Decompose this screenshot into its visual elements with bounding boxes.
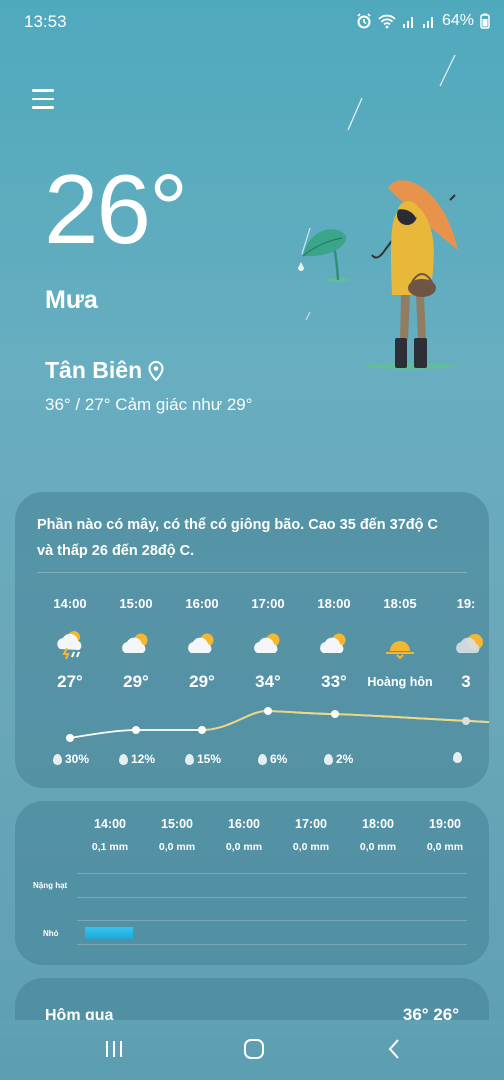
status-time: 13:53 xyxy=(24,12,67,31)
partly-cloudy-icon xyxy=(169,624,235,664)
wifi-icon xyxy=(378,14,396,29)
gridline xyxy=(77,920,467,921)
thunderstorm-rain-icon xyxy=(37,624,103,664)
menu-icon xyxy=(32,89,54,92)
rain-hour: 19:00 0,0 mm xyxy=(426,817,464,853)
temperature-curve xyxy=(66,707,489,742)
hour-item[interactable]: 18:05 Hoàng hôn xyxy=(367,596,433,689)
partly-cloudy-icon xyxy=(103,624,169,664)
hour-time: 17:00 xyxy=(251,596,285,611)
hourly-list[interactable]: 14:00 27° 15:00 29° 16:00 29° 17:00 34° … xyxy=(15,492,489,788)
gridline xyxy=(77,944,467,945)
hour-time: 15:00 xyxy=(119,596,153,611)
hour-time: 18:00 xyxy=(317,596,351,611)
rain-amount-bar xyxy=(85,927,133,939)
current-condition: Mưa xyxy=(45,286,98,314)
precip-chance: 6% xyxy=(258,752,287,766)
hourly-forecast-card[interactable]: Phần nào có mây, có thể có giông bão. Ca… xyxy=(15,492,489,788)
signal-icon xyxy=(402,17,413,28)
hour-time: 14:00 xyxy=(53,596,87,611)
precip-chance: 15% xyxy=(185,752,221,766)
gridline xyxy=(77,897,467,898)
raindrop-icon xyxy=(258,753,267,765)
location-row[interactable]: Tân Biên xyxy=(45,357,164,384)
hour-item[interactable]: 15:00 29° xyxy=(103,596,169,692)
hour-item[interactable]: 17:00 34° xyxy=(235,596,301,692)
precip-chance: 30% xyxy=(53,752,89,766)
alarm-icon xyxy=(357,13,371,29)
temp-point xyxy=(264,707,272,715)
hour-time: 16:00 xyxy=(185,596,219,611)
precip-chance: 12% xyxy=(119,752,155,766)
hour-item[interactable]: 18:00 33° xyxy=(301,596,367,692)
current-temperature: 26° xyxy=(44,154,188,264)
hour-time: 19: xyxy=(456,596,476,611)
precipitation-card[interactable]: 14:00 0,1 mm 15:00 0,0 mm 16:00 0,0 mm 1… xyxy=(15,801,489,965)
sunset-icon xyxy=(367,624,433,664)
temp-point xyxy=(331,710,339,718)
raindrop-icon xyxy=(324,753,333,765)
hour-item[interactable]: 19: 3 xyxy=(433,596,489,692)
rain-person-illustration xyxy=(298,54,458,369)
raindrop-icon xyxy=(53,753,62,765)
temp-point xyxy=(462,717,470,725)
hour-temp: 27° xyxy=(57,672,83,691)
raindrop-icon xyxy=(453,752,462,763)
light-label: Nhỏ xyxy=(43,929,59,938)
signal-icon xyxy=(422,17,433,28)
hour-time: 18:05 xyxy=(383,596,417,611)
hour-temp: 34° xyxy=(255,672,281,691)
hour-temp: 29° xyxy=(123,672,149,691)
status-icons: 64% xyxy=(356,12,490,30)
home-icon[interactable] xyxy=(243,1038,265,1060)
hour-item[interactable]: 16:00 29° xyxy=(169,596,235,692)
hour-item[interactable]: 14:00 27° xyxy=(37,596,103,692)
location-name: Tân Biên xyxy=(45,357,143,383)
battery-level: 64% xyxy=(441,12,474,29)
status-bar: 13:53 64% xyxy=(0,0,504,44)
high-low-feels-like: 36° / 27° Cảm giác như 29° xyxy=(45,395,253,414)
temp-point xyxy=(198,726,206,734)
menu-button[interactable] xyxy=(32,89,56,113)
hour-temp: 33° xyxy=(321,672,347,691)
hour-temp: 3 xyxy=(461,672,471,691)
partly-cloudy-icon xyxy=(301,624,367,664)
raindrop-icon xyxy=(119,753,128,765)
hour-temp: Hoàng hôn xyxy=(367,675,433,689)
gridline xyxy=(77,873,467,874)
precip-chance: 2% xyxy=(324,752,353,766)
location-pin-icon xyxy=(148,360,164,381)
hour-temp: 29° xyxy=(189,672,215,691)
rain-hour: 16:00 0,0 mm xyxy=(225,817,263,853)
rain-hour: 17:00 0,0 mm xyxy=(292,817,330,853)
precip-chance xyxy=(453,752,462,763)
moon-cloud-icon xyxy=(433,624,489,664)
heavy-label: Nặng hạt xyxy=(33,881,68,890)
rain-hour: 15:00 0,0 mm xyxy=(158,817,196,853)
temp-point xyxy=(132,726,140,734)
navigation-bar xyxy=(0,1020,504,1080)
temp-point xyxy=(66,734,74,742)
partly-cloudy-icon xyxy=(235,624,301,664)
raindrop-icon xyxy=(185,753,194,765)
battery-icon xyxy=(480,13,490,29)
rain-hour: 14:00 0,1 mm xyxy=(91,817,129,853)
recent-apps-icon[interactable] xyxy=(104,1038,124,1060)
back-icon[interactable] xyxy=(386,1038,402,1060)
rain-hour: 18:00 0,0 mm xyxy=(359,817,397,853)
